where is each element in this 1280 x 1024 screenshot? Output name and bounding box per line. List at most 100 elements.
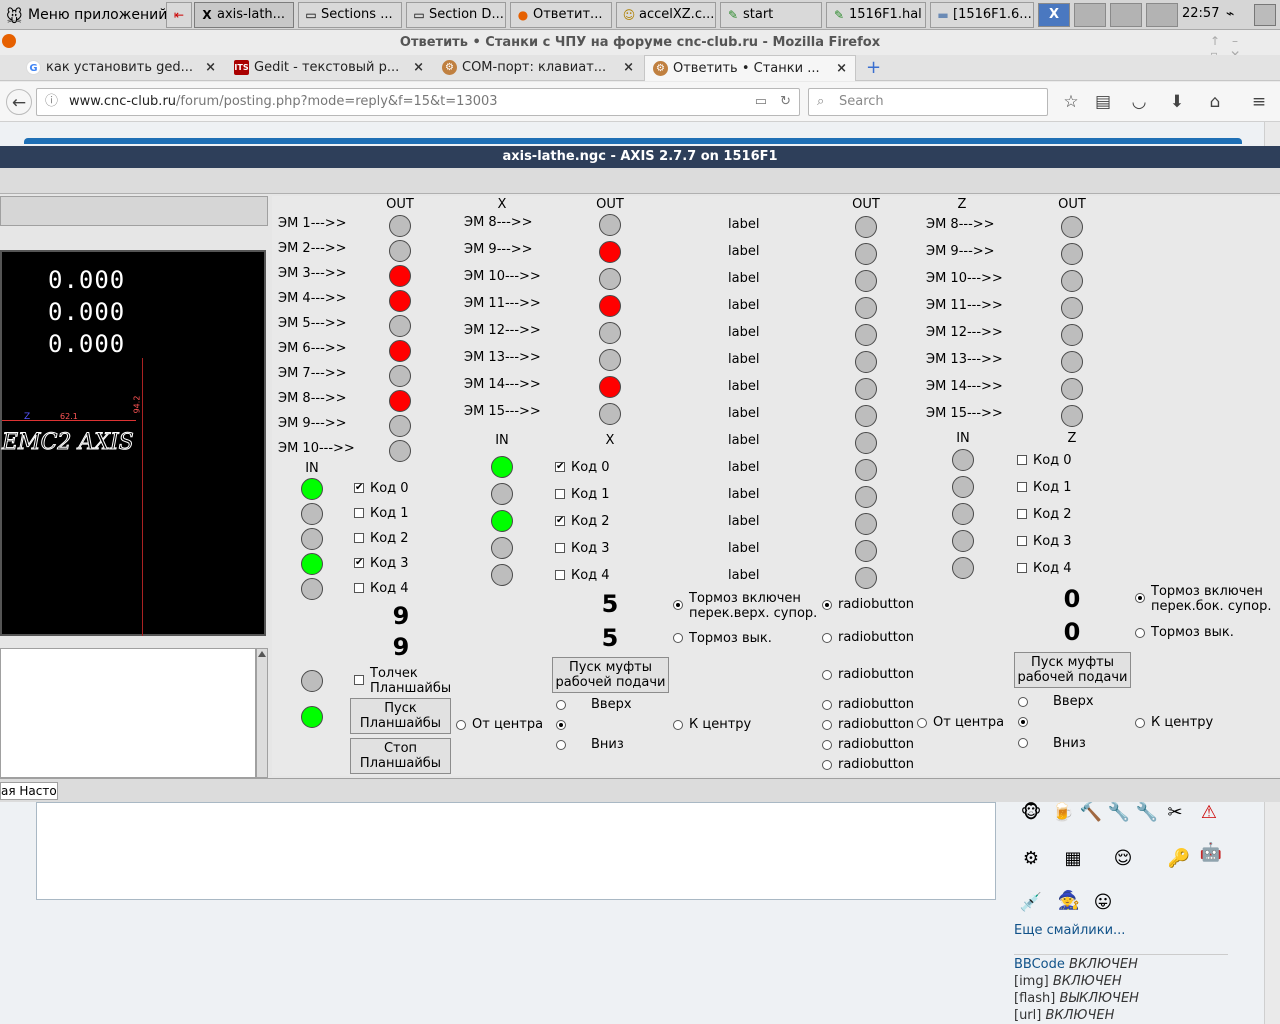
network-icon[interactable]: ⌁ bbox=[1226, 6, 1234, 22]
up-radio[interactable] bbox=[1018, 697, 1028, 707]
more-smilies-link[interactable]: Еще смайлики... bbox=[1014, 923, 1125, 938]
task-start[interactable]: ✎ start bbox=[720, 2, 822, 28]
radiobutton[interactable] bbox=[822, 600, 832, 610]
tab-com-port[interactable]: ⚙ COM-порт: клавиат... × bbox=[434, 55, 642, 81]
hammer-smiley-icon[interactable]: 🔨 bbox=[1078, 800, 1104, 826]
workspace-1[interactable]: X bbox=[1038, 3, 1070, 27]
close-tab-icon[interactable]: × bbox=[205, 55, 216, 81]
task-sections[interactable]: ▭ Sections ... bbox=[298, 2, 402, 28]
pocket-icon[interactable]: ◡ bbox=[1126, 89, 1152, 115]
radiobutton[interactable] bbox=[822, 720, 832, 730]
tool-smiley-icon[interactable]: 🔧 bbox=[1106, 800, 1132, 826]
close-tab-icon[interactable]: × bbox=[623, 55, 634, 81]
url-bar[interactable]: ⓘ www.cnc-club.ru/forum/posting.php?mode… bbox=[36, 88, 800, 116]
brake-on-radio[interactable] bbox=[673, 600, 683, 610]
clutch-button[interactable]: Пуск муфты рабочей подачи bbox=[552, 657, 669, 693]
back-button[interactable]: ← bbox=[6, 89, 32, 115]
syringe-smiley-icon[interactable]: 💉 bbox=[1018, 890, 1044, 916]
code-checkbox[interactable] bbox=[354, 508, 364, 518]
task-accelxz[interactable]: ☺ accelXZ.c... bbox=[616, 2, 716, 28]
center-radio[interactable] bbox=[556, 720, 566, 730]
radiobutton[interactable] bbox=[822, 700, 832, 710]
tab-reply[interactable]: ⚙ Ответить • Станки ... × bbox=[644, 55, 856, 81]
to-center-radio[interactable] bbox=[673, 720, 683, 730]
code-checkbox[interactable] bbox=[555, 543, 565, 553]
code-checkbox[interactable]: ✔ bbox=[354, 558, 364, 568]
code-checkbox[interactable] bbox=[1017, 509, 1027, 519]
brake-off-radio[interactable] bbox=[673, 633, 683, 643]
jog-checkbox[interactable] bbox=[354, 675, 364, 685]
grin-smiley-icon[interactable]: 😛 bbox=[1090, 890, 1116, 916]
radiobutton[interactable] bbox=[822, 760, 832, 770]
clutch-button[interactable]: Пуск муфты рабочей подачи bbox=[1014, 652, 1131, 688]
beer-smiley-icon[interactable]: 🍺 bbox=[1050, 800, 1076, 826]
close-tab-icon[interactable]: × bbox=[413, 55, 424, 81]
radiobutton[interactable] bbox=[822, 633, 832, 643]
code-checkbox[interactable] bbox=[555, 570, 565, 580]
reload-icon[interactable]: ↻ bbox=[780, 89, 791, 115]
wizard-smiley-icon[interactable]: 🧙 bbox=[1056, 888, 1082, 914]
from-center-radio[interactable] bbox=[456, 720, 466, 730]
show-desktop-button[interactable]: ⇤ bbox=[166, 2, 192, 28]
task-folder[interactable]: ▬ [1516F1.6... bbox=[930, 2, 1034, 28]
code-checkbox[interactable]: ✔ bbox=[354, 483, 364, 493]
home-icon[interactable]: ⌂ bbox=[1202, 89, 1228, 115]
close-tab-icon[interactable]: × bbox=[836, 56, 847, 81]
gcode-listing[interactable] bbox=[0, 648, 256, 778]
robot-smiley-icon[interactable]: 🤖 bbox=[1198, 840, 1224, 866]
bookmark-star-icon[interactable]: ☆ bbox=[1058, 89, 1084, 115]
down-radio[interactable] bbox=[1018, 738, 1028, 748]
bbcode-link[interactable]: BBCode bbox=[1014, 957, 1065, 972]
to-center-radio[interactable] bbox=[1135, 718, 1145, 728]
down-radio[interactable] bbox=[556, 740, 566, 750]
radiobutton[interactable] bbox=[822, 740, 832, 750]
task-firefox[interactable]: ● Ответит... bbox=[510, 2, 612, 28]
code-checkbox[interactable] bbox=[1017, 455, 1027, 465]
up-radio[interactable] bbox=[556, 700, 566, 710]
new-tab-button[interactable]: + bbox=[866, 57, 881, 78]
motor-smiley-icon[interactable]: ⚙ bbox=[1018, 846, 1044, 872]
info-icon[interactable]: ⓘ bbox=[45, 89, 58, 115]
start-faceplate-button[interactable]: Пуск Планшайбы bbox=[350, 698, 451, 734]
wrench-smiley-icon[interactable]: 🔧 bbox=[1134, 800, 1160, 826]
task-hal[interactable]: ✎ 1516F1.hal bbox=[826, 2, 926, 28]
board-smiley-icon[interactable]: ▦ bbox=[1060, 846, 1086, 872]
download-icon[interactable]: ⬇ bbox=[1164, 89, 1190, 115]
screenshot-icon[interactable] bbox=[1254, 4, 1276, 26]
center-radio[interactable] bbox=[1018, 717, 1028, 727]
code-checkbox[interactable] bbox=[1017, 536, 1027, 546]
message-textarea[interactable] bbox=[36, 802, 996, 900]
from-center-radio[interactable] bbox=[917, 718, 927, 728]
task-section-d[interactable]: ▭ Section D... bbox=[406, 2, 506, 28]
monkey-smiley-icon[interactable]: 🐵 bbox=[1018, 800, 1044, 826]
radiobutton-label: radiobutton bbox=[838, 737, 915, 752]
workspace-4[interactable] bbox=[1146, 3, 1178, 27]
tab-gedit[interactable]: ITS Gedit - текстовый р... × bbox=[226, 55, 432, 81]
radiobutton[interactable] bbox=[822, 670, 832, 680]
search-input[interactable]: ⌕ Search bbox=[808, 88, 1048, 116]
pliers-smiley-icon[interactable]: ✂ bbox=[1162, 800, 1188, 826]
tab-google[interactable]: Gкак установить ged... × bbox=[18, 55, 224, 81]
code-checkbox[interactable] bbox=[1017, 563, 1027, 573]
brake-on-radio[interactable] bbox=[1135, 593, 1145, 603]
gcode-scrollbar[interactable] bbox=[256, 648, 268, 778]
code-checkbox[interactable] bbox=[1017, 482, 1027, 492]
drink-smiley-icon[interactable]: 😌 bbox=[1110, 846, 1136, 872]
bookmarks-list-icon[interactable]: ▤ bbox=[1090, 89, 1116, 115]
brake-off-radio[interactable] bbox=[1135, 628, 1145, 638]
menu-icon[interactable]: ≡ bbox=[1246, 89, 1272, 115]
task-axis[interactable]: Xaxis-lath... bbox=[194, 2, 294, 28]
app-menu-button[interactable]: 🐭 Меню приложений bbox=[4, 4, 167, 26]
code-checkbox[interactable] bbox=[354, 583, 364, 593]
warning-smiley-icon[interactable]: ⚠ bbox=[1196, 800, 1222, 826]
reader-view-icon[interactable]: ▭ bbox=[755, 89, 767, 115]
key-smiley-icon[interactable]: 🔑 bbox=[1166, 846, 1192, 872]
code-checkbox[interactable]: ✔ bbox=[555, 516, 565, 526]
code-checkbox[interactable]: ✔ bbox=[555, 462, 565, 472]
code-checkbox[interactable] bbox=[354, 533, 364, 543]
stop-faceplate-button[interactable]: Стоп Планшайбы bbox=[350, 738, 451, 774]
workspace-2[interactable] bbox=[1074, 3, 1106, 27]
toolpath-preview[interactable]: 0.000 0.000 0.000 Z 62.1 94.2 EMC2 AXIS bbox=[0, 250, 266, 636]
workspace-3[interactable] bbox=[1110, 3, 1142, 27]
code-checkbox[interactable] bbox=[555, 489, 565, 499]
